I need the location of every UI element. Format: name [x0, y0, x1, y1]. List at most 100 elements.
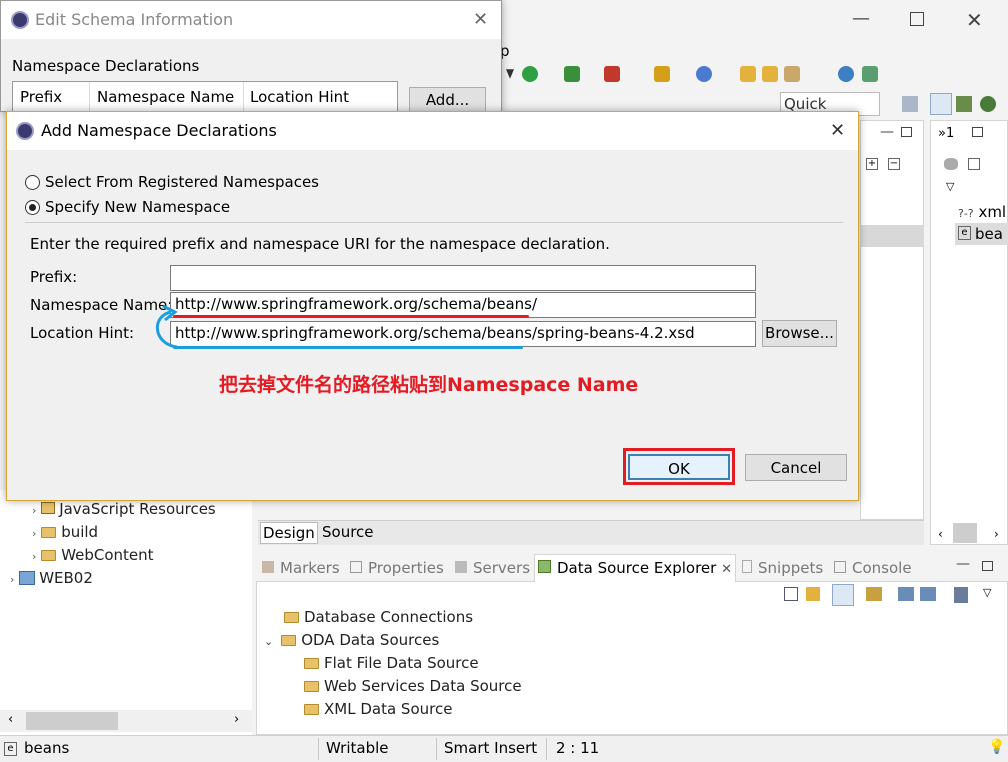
- collapse-icon[interactable]: [968, 158, 980, 170]
- stop-icon[interactable]: [604, 66, 620, 82]
- folder-icon: [41, 527, 57, 538]
- tab-properties[interactable]: Properties: [350, 559, 444, 577]
- maximize-view-icon[interactable]: [901, 127, 912, 137]
- new-class-icon[interactable]: [696, 66, 712, 82]
- minimize-view-icon[interactable]: —: [880, 124, 894, 140]
- location-hint-input[interactable]: http://www.springframework.org/schema/be…: [170, 321, 756, 347]
- close-window-button[interactable]: ✕: [966, 8, 983, 32]
- radio-registered-namespaces[interactable]: [25, 175, 40, 190]
- edit-schema-dialog: Edit Schema Information ✕ Namespace Decl…: [0, 0, 502, 113]
- lightbulb-icon[interactable]: 💡: [988, 739, 1005, 755]
- column-header-location-hint[interactable]: Location Hint: [250, 88, 349, 106]
- tab-design[interactable]: Design: [260, 522, 318, 544]
- collapse-all-icon[interactable]: [784, 587, 798, 601]
- minimize-view-icon[interactable]: —: [956, 556, 970, 572]
- export-icon[interactable]: [920, 587, 936, 601]
- tree-item-javascript-resources[interactable]: › JavaScript Resources: [32, 500, 216, 518]
- namespace-table[interactable]: Prefix Namespace Name Location Hint: [12, 81, 398, 113]
- scrollbar-thumb[interactable]: [26, 712, 118, 730]
- js-resources-icon: [41, 502, 56, 514]
- radio-new-label[interactable]: Specify New Namespace: [45, 198, 230, 216]
- ok-button[interactable]: OK: [628, 454, 730, 480]
- tab-servers[interactable]: Servers: [455, 559, 530, 577]
- folder-icon: [304, 658, 319, 669]
- tree-item-webcontent[interactable]: › WebContent: [32, 546, 154, 564]
- collapse-all-icon[interactable]: −: [888, 158, 900, 170]
- add-namespace-title-bar: Add Namespace Declarations ✕: [7, 112, 858, 150]
- view-menu-icon[interactable]: ▽: [946, 180, 954, 193]
- red-underline-annotation: [173, 315, 529, 318]
- tab-snippets[interactable]: Snippets: [742, 559, 823, 577]
- element-icon: e: [958, 226, 971, 240]
- maximize-view-icon[interactable]: [982, 561, 993, 571]
- link-editor-icon[interactable]: [806, 587, 820, 601]
- markers-icon: [262, 561, 274, 573]
- tree-item-web-services[interactable]: Web Services Data Source: [304, 677, 522, 695]
- view-menu-icon[interactable]: ▽: [983, 586, 991, 599]
- cancel-button[interactable]: Cancel: [745, 454, 847, 481]
- column-header-prefix[interactable]: Prefix: [20, 88, 62, 106]
- status-mode: Writable: [326, 739, 389, 757]
- project-icon: [19, 571, 36, 585]
- scroll-left-icon[interactable]: ‹: [8, 712, 13, 727]
- scroll-right-icon[interactable]: ›: [994, 527, 999, 541]
- connect-icon[interactable]: [866, 587, 882, 601]
- tab-markers[interactable]: Markers: [262, 559, 340, 577]
- add-button[interactable]: Add...: [409, 87, 486, 113]
- blue-arrow-annotation: [155, 304, 178, 349]
- java-perspective-icon[interactable]: [956, 96, 972, 112]
- debug-icon[interactable]: [564, 66, 580, 82]
- open-folder-icon[interactable]: [740, 66, 756, 82]
- tree-item-build[interactable]: › build: [32, 523, 98, 541]
- status-position: 2 : 11: [556, 739, 600, 757]
- maximize-view-icon[interactable]: [972, 127, 983, 137]
- status-bar: e beans Writable Smart Insert 2 : 11 💡: [0, 735, 1008, 762]
- tools-icon[interactable]: [784, 66, 800, 82]
- location-hint-label: Location Hint:: [30, 324, 135, 342]
- outline-icon[interactable]: [944, 158, 958, 170]
- close-icon[interactable]: ✕: [830, 120, 845, 141]
- globe-icon[interactable]: [838, 66, 854, 82]
- new-server-icon[interactable]: [654, 66, 670, 82]
- chevron-down-icon[interactable]: ⌄: [264, 635, 273, 648]
- outline-item-xml[interactable]: ?-? xml: [958, 203, 1006, 221]
- run-last-icon[interactable]: [862, 66, 878, 82]
- debug-perspective-icon[interactable]: [980, 96, 996, 112]
- editor-area: [860, 120, 924, 520]
- radio-registered-label[interactable]: Select From Registered Namespaces: [45, 173, 319, 191]
- close-tab-icon[interactable]: ✕: [721, 562, 732, 577]
- open-resource-icon[interactable]: [762, 66, 778, 82]
- javaee-perspective-icon[interactable]: [930, 93, 952, 115]
- folder-icon: [281, 635, 297, 646]
- scrollbar-thumb[interactable]: [953, 523, 977, 543]
- scroll-left-icon[interactable]: ‹: [938, 527, 943, 541]
- maximize-button[interactable]: [910, 12, 924, 26]
- folder-icon: [284, 612, 299, 623]
- import-icon[interactable]: [898, 587, 914, 601]
- tree-item-web02[interactable]: › WEB02: [10, 569, 93, 587]
- run-icon[interactable]: [522, 66, 538, 82]
- browse-button[interactable]: Browse...: [762, 320, 837, 347]
- scroll-right-icon[interactable]: ›: [234, 712, 239, 727]
- tree-item-database-connections[interactable]: Database Connections: [284, 608, 473, 626]
- tree-item-oda-data-sources[interactable]: ⌄ ODA Data Sources: [264, 631, 439, 649]
- open-perspective-icon[interactable]: [902, 96, 918, 112]
- expand-all-icon[interactable]: +: [866, 158, 878, 170]
- prefix-input[interactable]: [170, 265, 756, 291]
- outline-item-beans[interactable]: e bea: [955, 223, 1008, 245]
- tree-item-flat-file[interactable]: Flat File Data Source: [304, 654, 479, 672]
- radio-new-namespace[interactable]: [25, 200, 40, 215]
- column-header-namespace-name[interactable]: Namespace Name: [97, 88, 234, 106]
- minimize-button[interactable]: —: [852, 8, 870, 29]
- tree-item-xml[interactable]: XML Data Source: [304, 700, 452, 718]
- status-insert: Smart Insert: [444, 739, 538, 757]
- save-icon[interactable]: [954, 587, 968, 603]
- close-icon[interactable]: ✕: [473, 9, 488, 30]
- tab-data-source-explorer[interactable]: Data Source Explorer ✕: [538, 559, 732, 577]
- tree-view-icon[interactable]: [832, 584, 854, 606]
- view-overflow-marker[interactable]: »1: [938, 126, 954, 141]
- tab-console[interactable]: Console: [834, 559, 912, 577]
- dropdown-arrow-icon[interactable]: [506, 69, 514, 79]
- tab-source[interactable]: Source: [320, 522, 376, 542]
- servers-icon: [455, 561, 467, 573]
